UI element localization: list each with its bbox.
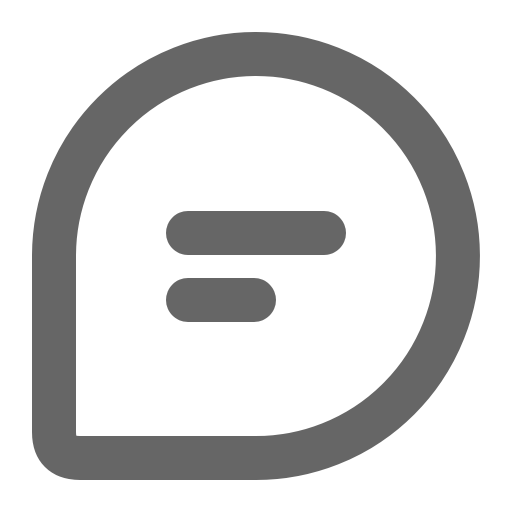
chat-bubble-icon <box>32 32 480 480</box>
bubble-outline <box>32 32 480 480</box>
icon-canvas <box>0 0 512 512</box>
